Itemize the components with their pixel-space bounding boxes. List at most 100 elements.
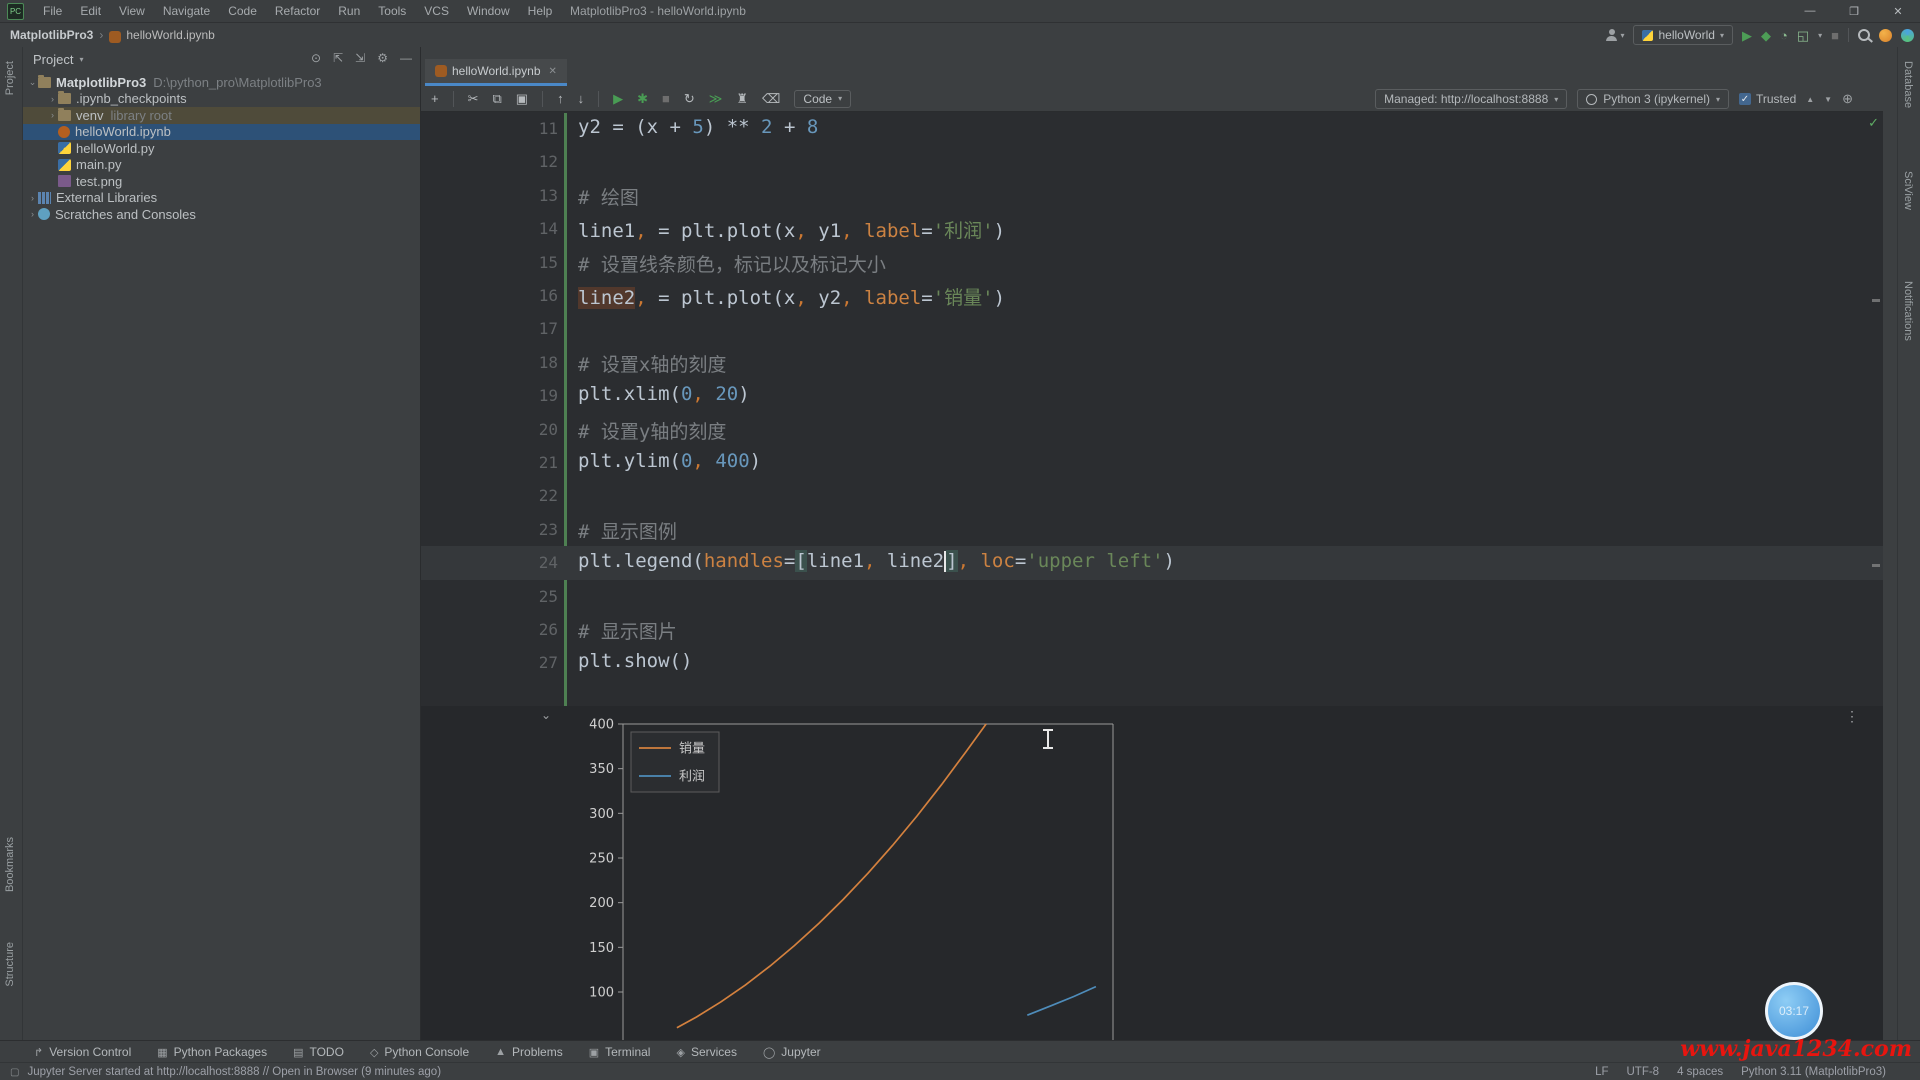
stripe-bookmarks[interactable]: Bookmarks: [4, 837, 16, 892]
trusted-checkbox[interactable]: ✓ Trusted: [1739, 92, 1796, 106]
search-everywhere-icon[interactable]: [1858, 29, 1870, 41]
toolwindow-python-packages[interactable]: ▦Python Packages: [157, 1045, 267, 1059]
code-line-16[interactable]: 16line2, = plt.plot(x, y2, label='销量'): [421, 279, 1883, 312]
restart-kernel-icon[interactable]: ↻: [684, 92, 695, 105]
status-4-spaces[interactable]: 4 spaces: [1677, 1066, 1723, 1078]
stop-kernel-icon[interactable]: ■: [662, 92, 670, 105]
code-line-11[interactable]: 11y2 = (x + 5) ** 2 + 8: [421, 112, 1883, 145]
run-cell-icon[interactable]: ▶: [613, 92, 623, 105]
breadcrumb-file[interactable]: helloWorld.ipynb: [126, 28, 215, 42]
tree-chevron-icon[interactable]: ›: [27, 193, 38, 203]
cell-type-select[interactable]: Code ▾: [794, 90, 851, 108]
copy-cell-icon[interactable]: ⧉: [493, 92, 502, 105]
maximize-button[interactable]: ❐: [1832, 0, 1876, 22]
paste-cell-icon[interactable]: ▣: [516, 92, 528, 105]
status-lf[interactable]: LF: [1595, 1066, 1608, 1078]
event-log-icon[interactable]: ▢: [10, 1067, 19, 1078]
run-configuration-select[interactable]: helloWorld ▾: [1633, 25, 1733, 45]
code-line-22[interactable]: 22: [421, 479, 1883, 512]
user-menu[interactable]: ▾: [1606, 29, 1624, 41]
cut-cell-icon[interactable]: ✂: [468, 92, 479, 105]
jupyter-server-select[interactable]: Managed: http://localhost:8888 ▾: [1375, 89, 1567, 109]
inspections-ok-icon[interactable]: ✓: [1868, 115, 1879, 131]
tab-close-icon[interactable]: ✕: [549, 66, 557, 77]
run-button[interactable]: ▶: [1742, 29, 1752, 42]
toolwindow-version-control[interactable]: ↱Version Control: [34, 1045, 131, 1059]
code-line-25[interactable]: 25: [421, 580, 1883, 613]
debug-button[interactable]: ◆: [1761, 29, 1771, 42]
tree-item-matplotlibpro3[interactable]: ⌄MatplotlibPro3D:\python_pro\MatplotlibP…: [23, 74, 420, 91]
delete-cell-icon[interactable]: ⌫: [762, 92, 780, 105]
toolwindow-services[interactable]: ◈Services: [676, 1045, 736, 1059]
close-button[interactable]: ✕: [1876, 0, 1920, 22]
locate-icon[interactable]: ⊙: [311, 51, 321, 65]
code-line-13[interactable]: 13# 绘图: [421, 179, 1883, 212]
code-line-14[interactable]: 14line1, = plt.plot(x, y1, label='利润'): [421, 212, 1883, 245]
toolwindow-terminal[interactable]: ▣Terminal: [589, 1045, 651, 1059]
menu-tools[interactable]: Tools: [369, 0, 415, 22]
stripe-structure[interactable]: Structure: [4, 942, 16, 987]
minimize-button[interactable]: —: [1788, 0, 1832, 22]
code-line-20[interactable]: 20# 设置y轴的刻度: [421, 413, 1883, 446]
tree-item-external-libraries[interactable]: ›External Libraries: [23, 190, 420, 207]
stripe-notifications[interactable]: Notifications: [1902, 281, 1914, 341]
tree-chevron-icon[interactable]: ›: [47, 110, 58, 120]
coverage-button[interactable]: ◱: [1797, 29, 1809, 42]
tree-item-scratches-and-consoles[interactable]: ›Scratches and Consoles: [23, 206, 420, 223]
menu-vcs[interactable]: VCS: [415, 0, 458, 22]
menu-code[interactable]: Code: [219, 0, 266, 22]
tab-helloworld-ipynb[interactable]: helloWorld.ipynb ✕: [425, 59, 567, 86]
toolwindow-python-console[interactable]: ◇Python Console: [370, 1045, 469, 1059]
promo-icon[interactable]: [1879, 29, 1892, 42]
menu-view[interactable]: View: [110, 0, 154, 22]
code-line-26[interactable]: 26# 显示图片: [421, 613, 1883, 646]
tree-chevron-icon[interactable]: ›: [27, 209, 38, 219]
add-cell-icon[interactable]: +: [431, 92, 439, 105]
expand-all-icon[interactable]: ⇱: [333, 51, 343, 65]
hide-panel-icon[interactable]: —: [400, 51, 412, 65]
code-line-27[interactable]: 27plt.show(): [421, 646, 1883, 679]
run-all-below-icon[interactable]: ≫: [709, 92, 723, 105]
collapse-output-icon[interactable]: ⌄: [541, 708, 551, 722]
prev-cell-button[interactable]: ▲: [1806, 95, 1814, 104]
tree-item-helloworld-py[interactable]: helloWorld.py: [23, 140, 420, 157]
menu-refactor[interactable]: Refactor: [266, 0, 329, 22]
interrupt-kernel-icon[interactable]: ♜: [736, 92, 748, 105]
code-line-15[interactable]: 15# 设置线条颜色，标记以及标记大小: [421, 246, 1883, 279]
menu-file[interactable]: File: [34, 0, 71, 22]
code-line-23[interactable]: 23# 显示图例: [421, 513, 1883, 546]
output-menu-icon[interactable]: ⋮: [1845, 708, 1859, 725]
menu-window[interactable]: Window: [458, 0, 519, 22]
stripe-database[interactable]: Database: [1902, 61, 1914, 108]
move-cell-down-icon[interactable]: ↓: [578, 92, 585, 105]
status-utf-8[interactable]: UTF-8: [1626, 1066, 1659, 1078]
collapse-all-icon[interactable]: ⇲: [355, 51, 365, 65]
menu-navigate[interactable]: Navigate: [154, 0, 219, 22]
code-line-21[interactable]: 21plt.ylim(0, 400): [421, 446, 1883, 479]
run-all-cells-icon[interactable]: ✱: [637, 92, 648, 105]
code-line-19[interactable]: 19plt.xlim(0, 20): [421, 379, 1883, 412]
code-line-18[interactable]: 18# 设置x轴的刻度: [421, 346, 1883, 379]
next-cell-button[interactable]: ▼: [1824, 95, 1832, 104]
menu-run[interactable]: Run: [329, 0, 369, 22]
toolwindow-problems[interactable]: ▲Problems: [495, 1045, 563, 1059]
status-python-3-11-matplotlibpro3-[interactable]: Python 3.11 (MatplotlibPro3): [1741, 1066, 1886, 1078]
tree-item-main-py[interactable]: main.py: [23, 157, 420, 174]
move-cell-up-icon[interactable]: ↑: [557, 92, 564, 105]
toolwindow-jupyter[interactable]: ◯Jupyter: [763, 1045, 821, 1059]
tree-chevron-icon[interactable]: ›: [47, 94, 58, 104]
breadcrumb-project[interactable]: MatplotlibPro3: [10, 28, 93, 42]
code-line-12[interactable]: 12: [421, 145, 1883, 178]
status-message[interactable]: ▢ Jupyter Server started at http://local…: [10, 1066, 441, 1078]
stripe-project[interactable]: Project: [4, 61, 16, 95]
kernel-select[interactable]: Python 3 (ipykernel) ▾: [1577, 89, 1729, 109]
tree-item-helloworld-ipynb[interactable]: helloWorld.ipynb: [23, 124, 420, 141]
tree-chevron-icon[interactable]: ⌄: [27, 77, 38, 88]
stop-button[interactable]: ■: [1831, 29, 1839, 42]
settings-sync-icon[interactable]: [1901, 29, 1914, 42]
toolwindow-todo[interactable]: ▤TODO: [293, 1045, 344, 1059]
menu-edit[interactable]: Edit: [71, 0, 110, 22]
open-in-browser-icon[interactable]: ⊕: [1842, 91, 1853, 107]
code-line-17[interactable]: 17: [421, 312, 1883, 345]
profiler-button[interactable]: ◔: [1780, 29, 1788, 42]
